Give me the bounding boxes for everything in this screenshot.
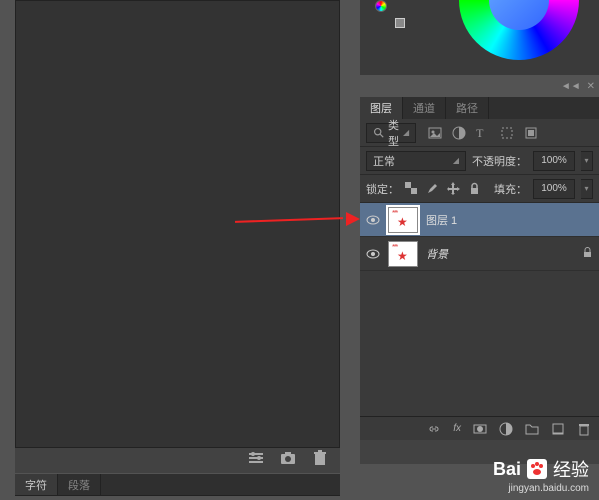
layer-row[interactable]: ***★ 背景 [360, 237, 599, 271]
layer-name[interactable]: 图层 1 [426, 212, 457, 228]
canvas-bottom-toolbar [15, 448, 340, 473]
layers-panel: 图层 通道 路径 类型 ◢ T 正常 ◢ 不透明度： 100% ▾ 锁定： [360, 97, 599, 440]
watermark: Bai 经验 jingyan.baidu.com [493, 456, 589, 494]
lock-icon [582, 245, 593, 263]
tab-channels[interactable]: 通道 [403, 97, 446, 119]
layer-filter-row: 类型 ◢ T [360, 119, 599, 147]
layer-thumbnail[interactable]: ***★ [388, 241, 418, 267]
layer-row[interactable]: ***★ 图层 1 [360, 203, 599, 237]
chevron-down-icon: ◢ [453, 156, 459, 165]
tab-paragraph[interactable]: 段落 [58, 474, 101, 495]
fill-dropdown-icon[interactable]: ▾ [581, 179, 593, 199]
search-icon [373, 127, 384, 138]
paw-icon [527, 459, 547, 479]
watermark-url: jingyan.baidu.com [493, 483, 589, 494]
filter-image-icon[interactable] [428, 126, 442, 140]
fill-label: 填充： [494, 181, 527, 197]
color-wheel-panel [360, 0, 599, 75]
layer-list: ***★ 图层 1 ***★ 背景 [360, 203, 599, 416]
lock-brush-icon[interactable] [426, 182, 439, 195]
filter-shape-icon[interactable] [500, 126, 514, 140]
layer-name[interactable]: 背景 [426, 246, 448, 262]
color-swatch-icon[interactable] [395, 18, 405, 28]
blend-row: 正常 ◢ 不透明度： 100% ▾ [360, 147, 599, 175]
adjustment-icon[interactable] [499, 422, 513, 436]
opacity-dropdown-icon[interactable]: ▾ [581, 151, 593, 171]
fx-icon[interactable]: fx [453, 423, 461, 434]
chevron-down-icon: ◢ [403, 128, 409, 137]
new-layer-icon[interactable] [551, 422, 565, 436]
filter-text-icon[interactable]: T [476, 126, 490, 140]
adjust-icon[interactable] [248, 450, 264, 471]
character-panel: 字符 段落 [15, 474, 340, 496]
group-icon[interactable] [525, 422, 539, 436]
character-tabs: 字符 段落 [15, 474, 340, 496]
collapse-icon[interactable]: ◄◄ [561, 81, 581, 92]
lock-move-icon[interactable] [447, 182, 460, 195]
filter-type-icons: T [428, 126, 538, 140]
close-icon[interactable]: ✕ [587, 81, 595, 92]
filter-kind-label: 类型 [388, 117, 399, 149]
link-icon[interactable] [427, 422, 441, 436]
watermark-brand-text: Bai [493, 459, 521, 480]
layer-thumbnail[interactable]: ***★ [388, 207, 418, 233]
trash-icon[interactable] [312, 450, 328, 471]
canvas-area[interactable] [15, 0, 340, 448]
tab-paths[interactable]: 路径 [446, 97, 489, 119]
trash-icon[interactable] [577, 422, 591, 436]
camera-icon[interactable] [280, 450, 296, 471]
filter-kind-select[interactable]: 类型 ◢ [366, 123, 416, 143]
lock-transparency-icon[interactable] [405, 182, 418, 195]
filter-smart-icon[interactable] [524, 126, 538, 140]
mask-icon[interactable] [473, 422, 487, 436]
fill-input[interactable]: 100% [533, 179, 575, 199]
lock-row: 锁定： 填充： 100% ▾ [360, 175, 599, 203]
lock-all-icon[interactable] [468, 182, 481, 195]
layers-bottom-toolbar: fx [360, 416, 599, 440]
visibility-toggle[interactable] [366, 213, 380, 227]
watermark-brand-text2: 经验 [553, 456, 589, 482]
lock-icons [405, 182, 481, 195]
filter-adjust-icon[interactable] [452, 126, 466, 140]
opacity-input[interactable]: 100% [533, 151, 575, 171]
blend-mode-select[interactable]: 正常 ◢ [366, 151, 466, 171]
blend-mode-value: 正常 [373, 153, 395, 169]
panel-collapse-bar: ◄◄ ✕ [360, 75, 599, 97]
opacity-label: 不透明度： [472, 153, 527, 169]
hue-ring-icon[interactable] [375, 0, 387, 12]
lock-label: 锁定： [366, 181, 399, 197]
canvas-inner [19, 1, 336, 447]
tab-character[interactable]: 字符 [15, 474, 58, 495]
visibility-toggle[interactable] [366, 247, 380, 261]
